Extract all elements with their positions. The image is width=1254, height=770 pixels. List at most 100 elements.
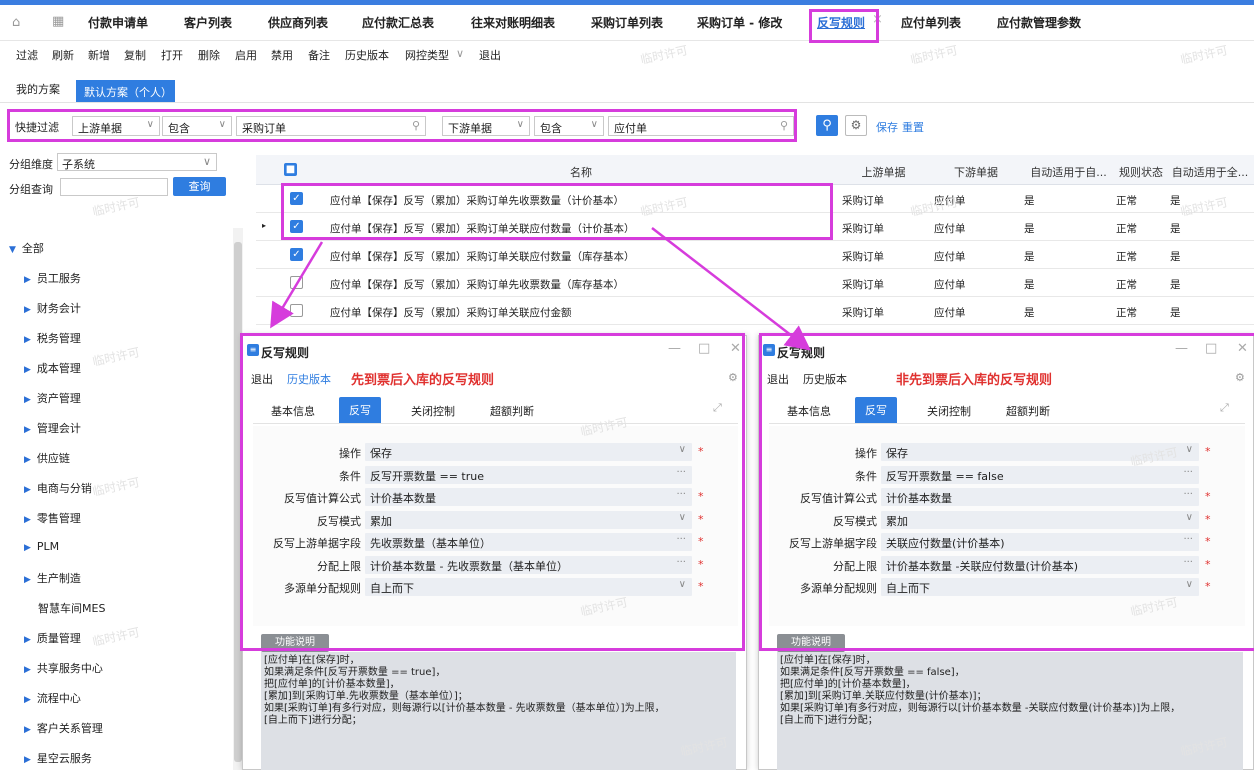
field-value[interactable]: 自上而下 ∨ xyxy=(881,578,1199,596)
dialog-exit-button[interactable]: 退出 xyxy=(251,371,273,387)
dialog-history-button[interactable]: 历史版本 xyxy=(803,371,847,387)
tree-item[interactable]: ▶ 客户关系管理 xyxy=(24,720,103,736)
caret-right-icon[interactable]: ▶ xyxy=(24,543,31,553)
field-value[interactable]: 自上而下 ∨ xyxy=(365,578,692,596)
tab-supplier-list[interactable]: 供应商列表 xyxy=(268,14,328,31)
tab-po-edit[interactable]: 采购订单 - 修改 xyxy=(697,14,782,31)
tree-item[interactable]: ▶ PLM xyxy=(24,540,59,553)
dialog-tab-2[interactable]: 关闭控制 xyxy=(927,403,971,419)
tree-item[interactable]: ▶ 员工服务 xyxy=(24,270,81,286)
ellipsis-icon[interactable]: ··· xyxy=(676,557,686,568)
col-upstream-header[interactable]: 上游单据 xyxy=(836,155,931,185)
ellipsis-icon[interactable]: ··· xyxy=(1183,489,1193,500)
expand-icon[interactable]: ⤢ xyxy=(713,401,722,415)
ellipsis-icon[interactable]: ··· xyxy=(1183,557,1193,568)
filter-button[interactable]: 过滤 xyxy=(16,47,38,63)
col-status-header[interactable]: 规则状态 xyxy=(1116,155,1166,185)
minimize-icon[interactable]: — xyxy=(1175,341,1188,356)
tab-po-list[interactable]: 采购订单列表 xyxy=(591,14,663,31)
chevron-down-icon[interactable]: ∨ xyxy=(1186,444,1193,455)
tree-item[interactable]: ▶ 管理会计 xyxy=(24,420,81,436)
caret-right-icon[interactable]: ▶ xyxy=(24,515,31,525)
dialog-tab-2[interactable]: 关闭控制 xyxy=(411,403,455,419)
tab-reconciliation-detail[interactable]: 往来对账明细表 xyxy=(471,14,555,31)
settings-button[interactable]: ⚙ xyxy=(845,115,867,136)
chevron-down-icon[interactable]: ∨ xyxy=(1186,512,1193,523)
filter-val2-input[interactable]: 应付单 ⚲ xyxy=(608,116,794,136)
table-row[interactable]: 应付单【保存】反写（累加）采购订单先收票数量（库存基本） 采购订单 应付单 是 正常 是 xyxy=(256,269,1254,297)
field-value[interactable]: 累加 ∨ xyxy=(365,511,692,529)
table-row[interactable]: 应付单【保存】反写（累加）采购订单关联应付金额 采购订单 应付单 是 正常 是 xyxy=(256,297,1254,325)
maximize-icon[interactable]: □ xyxy=(698,341,710,356)
dialog-exit-button[interactable]: 退出 xyxy=(767,371,789,387)
table-row[interactable]: ✓ 应付单【保存】反写（累加）采购订单先收票数量（计价基本） 采购订单 应付单 是 正常 是 xyxy=(256,185,1254,213)
my-plans-label[interactable]: 我的方案 xyxy=(16,81,60,97)
field-value[interactable]: 保存 ∨ xyxy=(881,443,1199,461)
row-checkbox[interactable] xyxy=(290,276,303,289)
copy-button[interactable]: 复制 xyxy=(124,47,146,63)
history-version-button[interactable]: 历史版本 xyxy=(345,47,389,63)
caret-right-icon[interactable]: ▶ xyxy=(24,695,31,705)
dialog-tab-0[interactable]: 基本信息 xyxy=(787,403,831,419)
tab-payable-params[interactable]: 应付款管理参数 xyxy=(997,14,1081,31)
chevron-down-icon[interactable]: ∨ xyxy=(679,512,686,523)
field-value[interactable]: 先收票数量（基本单位） ··· xyxy=(365,533,692,551)
field-value[interactable]: 计价基本数量 ··· xyxy=(881,488,1199,506)
ellipsis-icon[interactable]: ··· xyxy=(676,489,686,500)
caret-right-icon[interactable]: ▶ xyxy=(24,275,31,285)
select-all-checkbox[interactable]: ■ xyxy=(284,163,297,176)
row-checkbox[interactable]: ✓ xyxy=(290,220,303,233)
chevron-down-icon[interactable]: ∨ xyxy=(679,579,686,590)
field-value[interactable]: 累加 ∨ xyxy=(881,511,1199,529)
tree-item[interactable]: ▶ 税务管理 xyxy=(24,330,81,346)
caret-right-icon[interactable]: ▶ xyxy=(24,425,31,435)
scrollbar-thumb[interactable] xyxy=(234,242,242,762)
enable-button[interactable]: 启用 xyxy=(235,47,257,63)
home-icon[interactable]: ⌂ xyxy=(12,15,20,30)
tab-writeback-rules[interactable]: 反写规则 xyxy=(817,14,865,31)
close-tab-icon[interactable]: × xyxy=(872,12,883,27)
col-auto-self-header[interactable]: 自动适用于自... xyxy=(1021,155,1116,185)
tab-payable-summary[interactable]: 应付款汇总表 xyxy=(362,14,434,31)
close-icon[interactable]: ✕ xyxy=(1237,341,1248,356)
ellipsis-icon[interactable]: ··· xyxy=(676,467,686,478)
tree-item[interactable]: ▶ 成本管理 xyxy=(24,360,81,376)
group-query-button[interactable]: 查询 xyxy=(173,177,226,196)
row-checkbox[interactable]: ✓ xyxy=(290,248,303,261)
caret-right-icon[interactable]: ▶ xyxy=(24,635,31,645)
field-value[interactable]: 保存 ∨ xyxy=(365,443,692,461)
caret-right-icon[interactable]: ▶ xyxy=(24,395,31,405)
caret-right-icon[interactable]: ▶ xyxy=(24,335,31,345)
tree-item[interactable]: ▶ 流程中心 xyxy=(24,690,81,706)
row-checkbox[interactable] xyxy=(290,304,303,317)
field-value[interactable]: 计价基本数量 ··· xyxy=(365,488,692,506)
expand-icon[interactable]: ⤢ xyxy=(1220,401,1229,415)
new-button[interactable]: 新增 xyxy=(88,47,110,63)
caret-right-icon[interactable]: ▶ xyxy=(24,725,31,735)
field-value[interactable]: 计价基本数量 -关联应付数量(计价基本) ··· xyxy=(881,556,1199,574)
dialog-tab-0[interactable]: 基本信息 xyxy=(271,403,315,419)
filter-op1-select[interactable]: 包含 ∨ xyxy=(162,116,232,136)
caret-right-icon[interactable]: ▶ xyxy=(24,365,31,375)
reset-plan-link[interactable]: 重置 xyxy=(902,119,924,135)
refresh-button[interactable]: 刷新 xyxy=(52,47,74,63)
tree-item[interactable]: ▶ 星空云服务 xyxy=(24,750,92,766)
tree-item[interactable]: ▶ 共享服务中心 xyxy=(24,660,103,676)
tree-item[interactable]: ▶ 供应链 xyxy=(24,450,70,466)
delete-button[interactable]: 删除 xyxy=(198,47,220,63)
chevron-down-icon[interactable]: ∨ xyxy=(1186,579,1193,590)
caret-right-icon[interactable]: ▶ xyxy=(24,455,31,465)
filter-op2-select[interactable]: 包含 ∨ xyxy=(534,116,604,136)
func-description-tab[interactable]: 功能说明 xyxy=(777,634,845,652)
group-dim-select[interactable]: 子系统 ∨ xyxy=(57,153,217,171)
caret-right-icon[interactable]: ▶ xyxy=(24,665,31,675)
filter-val1-input[interactable]: 采购订单 ⚲ xyxy=(236,116,426,136)
minimize-icon[interactable]: — xyxy=(668,341,681,356)
tree-item[interactable]: ▶ 财务会计 xyxy=(24,300,81,316)
caret-right-icon[interactable]: ▶ xyxy=(24,575,31,585)
chevron-down-icon[interactable]: ∨ xyxy=(679,444,686,455)
tree-item[interactable]: 智慧车间MES xyxy=(38,600,105,616)
tab-payable-list[interactable]: 应付单列表 xyxy=(901,14,961,31)
field-value[interactable]: 反写开票数量 == true ··· xyxy=(365,466,692,484)
tree-item[interactable]: ▶ 电商与分销 xyxy=(24,480,92,496)
